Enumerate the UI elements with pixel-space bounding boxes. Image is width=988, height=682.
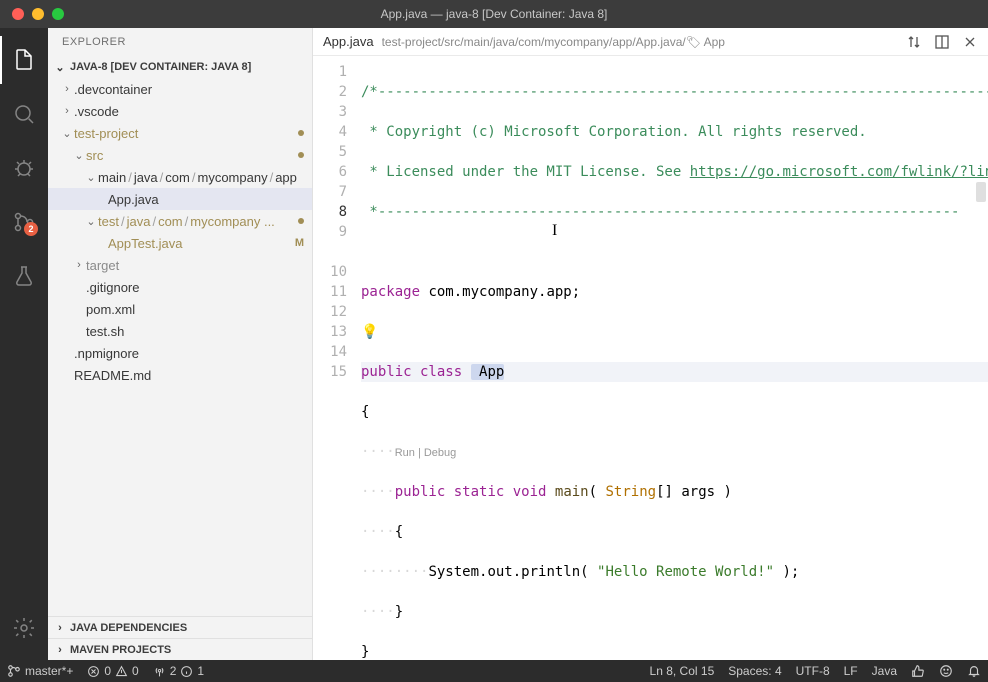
folder-target[interactable]: › target [48, 254, 312, 276]
file-gitignore[interactable]: .gitignore [48, 276, 312, 298]
explorer-title: EXPLORER [48, 28, 312, 56]
git-modified-dot [298, 152, 304, 158]
file-apptest-java[interactable]: AppTest.java M [48, 232, 312, 254]
beaker-icon [12, 264, 36, 288]
settings-activity[interactable] [0, 604, 48, 652]
info-icon [180, 665, 193, 678]
compare-icon[interactable] [906, 34, 922, 50]
editor-area: App.java test-project/src/main/java/com/… [313, 28, 988, 660]
file-npmignore[interactable]: .npmignore [48, 342, 312, 364]
text-cursor: I [552, 221, 553, 239]
chevron-right-icon: › [72, 259, 86, 271]
editor-tab[interactable]: App.java [323, 34, 374, 49]
status-thumbs-up-icon[interactable] [904, 660, 932, 682]
explorer-sidebar: EXPLORER ⌄ JAVA-8 [DEV CONTAINER: JAVA 8… [48, 28, 313, 660]
activity-bar: 2 [0, 28, 48, 660]
sidebar-footer: › JAVA DEPENDENCIES › MAVEN PROJECTS [48, 616, 312, 660]
chevron-right-icon: › [52, 622, 68, 634]
status-cursor-pos[interactable]: Ln 8, Col 15 [643, 660, 722, 682]
scm-activity[interactable]: 2 [0, 198, 48, 246]
close-window-button[interactable] [12, 8, 24, 20]
folder-test-project[interactable]: ⌄ test-project [48, 122, 312, 144]
section-maven[interactable]: › MAVEN PROJECTS [48, 638, 312, 660]
status-ports[interactable]: 2 1 [146, 660, 211, 682]
status-eol[interactable]: LF [837, 660, 865, 682]
file-readme[interactable]: README.md [48, 364, 312, 386]
test-activity[interactable] [0, 252, 48, 300]
lightbulb-icon[interactable]: 💡 [361, 324, 378, 340]
line-gutter: 123456789101112131415 [313, 56, 361, 660]
git-modified-badge: M [295, 237, 304, 249]
warning-icon [115, 665, 128, 678]
file-tree: › .devcontainer › .vscode ⌄ test-project… [48, 78, 312, 616]
status-branch[interactable]: master*+ [0, 660, 80, 682]
window-controls [0, 8, 64, 20]
section-java-deps[interactable]: › JAVA DEPENDENCIES [48, 616, 312, 638]
code-editor[interactable]: 123456789101112131415 /*----------------… [313, 56, 988, 660]
file-app-java[interactable]: App.java [48, 188, 312, 210]
status-bell-icon[interactable] [960, 660, 988, 682]
split-editor-icon[interactable] [934, 34, 950, 50]
horizontal-scrollbar[interactable] [409, 648, 493, 660]
file-pom-xml[interactable]: pom.xml [48, 298, 312, 320]
workspace-header[interactable]: ⌄ JAVA-8 [DEV CONTAINER: JAVA 8] [48, 56, 312, 78]
git-modified-dot [298, 218, 304, 224]
compact-path: main/java/com/mycompany/app [98, 170, 304, 185]
chevron-down-icon: ⌄ [72, 149, 86, 162]
maximize-window-button[interactable] [52, 8, 64, 20]
minimize-window-button[interactable] [32, 8, 44, 20]
folder-test-path[interactable]: ⌄ test/java/com/mycompany ... [48, 210, 312, 232]
chevron-right-icon: › [52, 644, 68, 656]
git-modified-dot [298, 130, 304, 136]
chevron-down-icon: ⌄ [84, 171, 98, 184]
code-content[interactable]: /*--------------------------------------… [361, 56, 988, 660]
editor-actions [906, 34, 988, 50]
close-editor-icon[interactable] [962, 34, 978, 50]
titlebar: App.java — java-8 [Dev Container: Java 8… [0, 0, 988, 28]
explorer-activity[interactable] [0, 36, 48, 84]
compact-path: test/java/com/mycompany ... [98, 214, 298, 229]
chevron-down-icon: ⌄ [52, 61, 68, 74]
search-activity[interactable] [0, 90, 48, 138]
error-icon [87, 665, 100, 678]
overview-ruler-marker [976, 182, 986, 202]
radio-tower-icon [153, 665, 166, 678]
status-feedback-icon[interactable] [932, 660, 960, 682]
chevron-right-icon: › [60, 83, 74, 95]
status-encoding[interactable]: UTF-8 [789, 660, 837, 682]
scm-badge: 2 [24, 222, 38, 236]
codelens-run-debug[interactable]: Run | Debug [395, 447, 457, 459]
status-indent[interactable]: Spaces: 4 [721, 660, 788, 682]
files-icon [12, 48, 36, 72]
chevron-down-icon: ⌄ [60, 127, 74, 140]
folder-vscode[interactable]: › .vscode [48, 100, 312, 122]
folder-main-path[interactable]: ⌄ main/java/com/mycompany/app [48, 166, 312, 188]
status-language[interactable]: Java [865, 660, 904, 682]
editor-tabbar: App.java test-project/src/main/java/com/… [313, 28, 988, 56]
branch-icon [7, 664, 21, 678]
folder-src[interactable]: ⌄ src [48, 144, 312, 166]
chevron-down-icon: ⌄ [84, 215, 98, 228]
bug-icon [12, 156, 36, 180]
workspace-name: JAVA-8 [DEV CONTAINER: JAVA 8] [70, 61, 251, 73]
search-icon [12, 102, 36, 126]
debug-activity[interactable] [0, 144, 48, 192]
breadcrumb[interactable]: test-project/src/main/java/com/mycompany… [382, 35, 898, 49]
file-test-sh[interactable]: test.sh [48, 320, 312, 342]
chevron-right-icon: › [60, 105, 74, 117]
folder-devcontainer[interactable]: › .devcontainer [48, 78, 312, 100]
window-title: App.java — java-8 [Dev Container: Java 8… [381, 7, 608, 21]
status-bar: master*+ 0 0 2 1 Ln 8, Col 15 Spaces: 4 … [0, 660, 988, 682]
gear-icon [12, 616, 36, 640]
status-problems[interactable]: 0 0 [80, 660, 145, 682]
